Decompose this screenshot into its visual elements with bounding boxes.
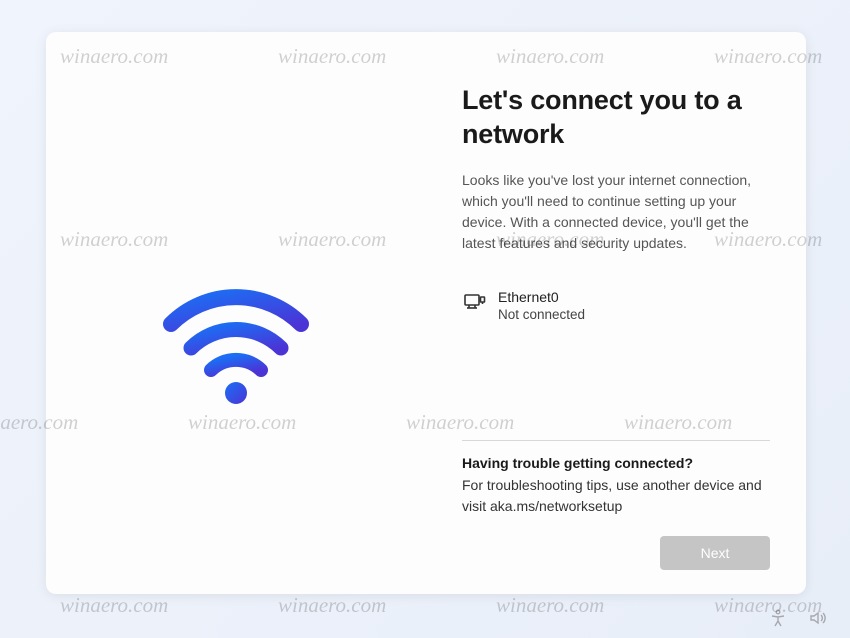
ethernet-icon <box>462 290 486 314</box>
page-title: Let's connect you to a network <box>462 84 770 152</box>
button-row: Next <box>462 536 770 570</box>
network-text: Ethernet0 Not connected <box>498 288 585 325</box>
tray-icons <box>768 608 828 628</box>
content-pane: Let's connect you to a network Looks lik… <box>426 32 806 594</box>
watermark: winaero.com <box>496 593 604 618</box>
help-body: For troubleshooting tips, use another de… <box>462 475 770 516</box>
network-status: Not connected <box>498 306 585 324</box>
accessibility-icon[interactable] <box>768 608 788 628</box>
network-name: Ethernet0 <box>498 288 585 307</box>
network-item-ethernet[interactable]: Ethernet0 Not connected <box>462 282 770 331</box>
watermark: winaero.com <box>278 593 386 618</box>
next-button[interactable]: Next <box>660 536 770 570</box>
setup-card: Let's connect you to a network Looks lik… <box>46 32 806 594</box>
page-subtitle: Looks like you've lost your internet con… <box>462 170 770 254</box>
volume-icon[interactable] <box>808 608 828 628</box>
help-title: Having trouble getting connected? <box>462 455 770 471</box>
watermark: winaero.com <box>60 593 168 618</box>
wifi-icon <box>161 276 311 411</box>
illustration-pane <box>46 32 426 594</box>
help-section: Having trouble getting connected? For tr… <box>462 440 770 516</box>
